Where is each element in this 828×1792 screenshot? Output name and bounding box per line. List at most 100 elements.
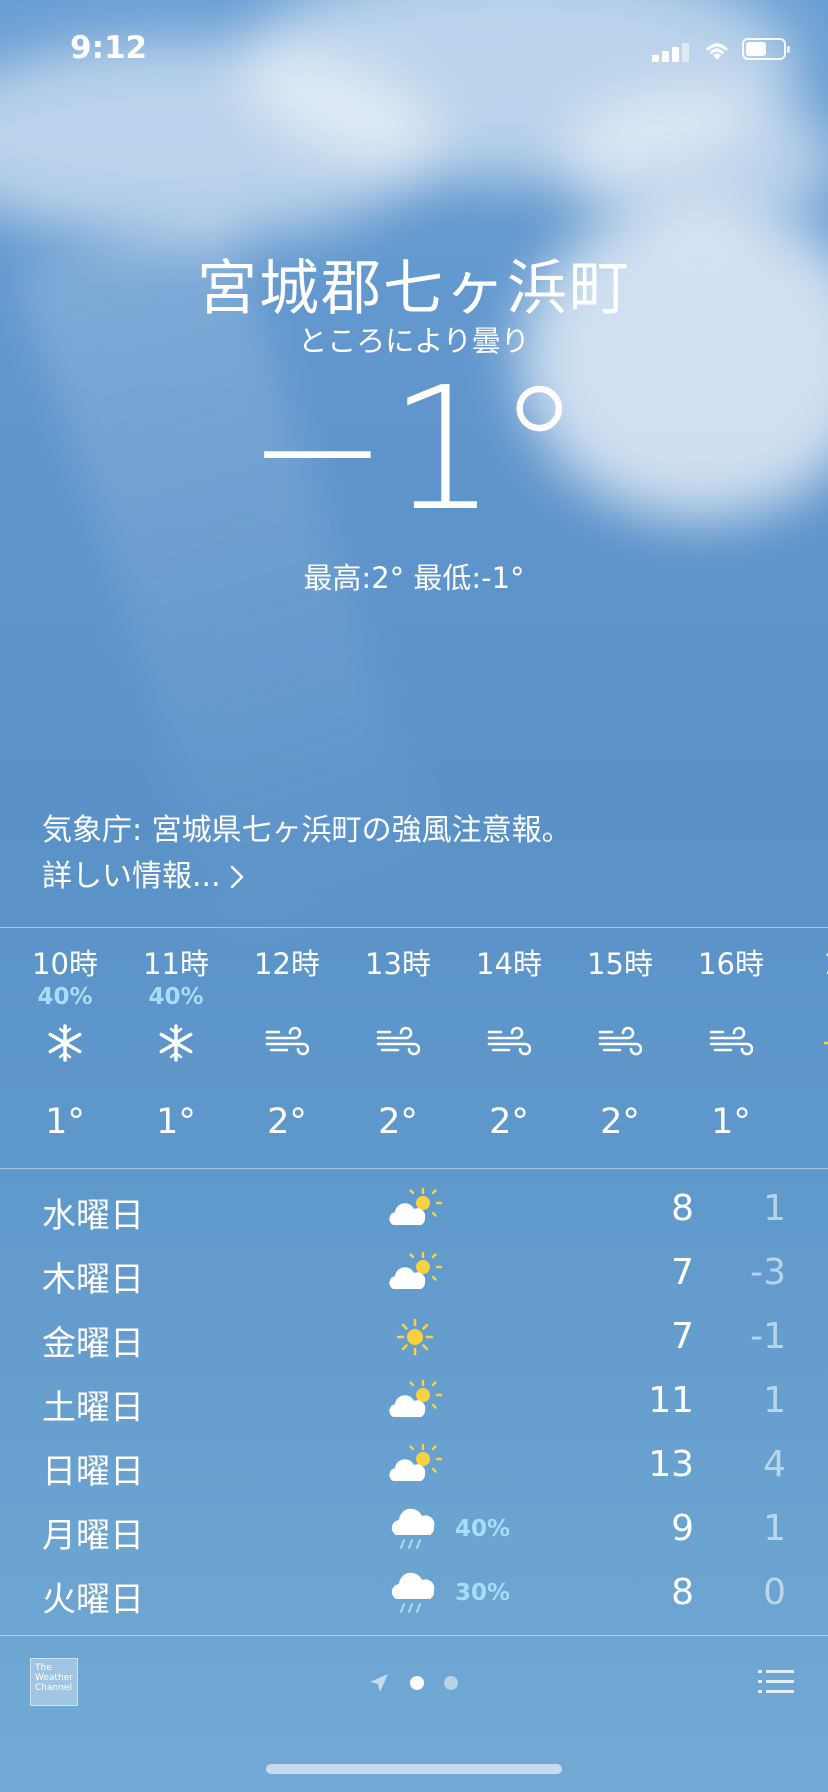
- hour-label: 12時: [254, 947, 320, 981]
- location-name: 宮城郡七ヶ浜町: [197, 254, 631, 324]
- hour-precip-chance: 40%: [148, 984, 204, 1010]
- wind-icon: [343, 1012, 453, 1074]
- partly-sunny-icon: [385, 1376, 445, 1426]
- day-name: 土曜日: [42, 1388, 144, 1428]
- hour-label: 16時: [698, 947, 764, 981]
- wind-icon: [454, 1012, 564, 1074]
- hour-temperature: 1°: [156, 1102, 196, 1142]
- hourly-item: 13時 2°: [343, 928, 453, 1142]
- daily-row: 土曜日 11 1: [0, 1370, 828, 1434]
- list-icon[interactable]: [758, 1668, 794, 1696]
- snowflake-icon: [10, 1012, 120, 1074]
- page-indicator[interactable]: [368, 1672, 458, 1694]
- day-precip-chance: 30%: [455, 1580, 511, 1606]
- hour-temperature: 2°: [489, 1102, 529, 1142]
- location-arrow-icon: [370, 1674, 388, 1692]
- hourly-item: 14時 2°: [454, 928, 564, 1142]
- sun-icon: [787, 1012, 828, 1074]
- day-high-temp: 13: [648, 1444, 694, 1485]
- alert-text: 気象庁: 宮城県七ヶ浜町の強風注意報。: [42, 813, 572, 848]
- weather-alert[interactable]: 気象庁: 宮城県七ヶ浜町の強風注意報。 詳しい情報...: [42, 808, 572, 900]
- snowflake-icon: [121, 1012, 231, 1074]
- partly-sunny-icon: [385, 1440, 445, 1490]
- wind-icon: [565, 1012, 675, 1074]
- weather-channel-logo[interactable]: The Weather Channel: [30, 1658, 78, 1706]
- hour-precip-chance: [343, 982, 453, 1012]
- partly-sunny-icon: [385, 1184, 445, 1234]
- day-name: 木曜日: [42, 1260, 144, 1300]
- day-name: 日曜日: [42, 1452, 144, 1492]
- chevron-right-icon: [230, 865, 243, 889]
- hour-temperature: 1: [787, 1102, 828, 1142]
- hour-precip-chance: [232, 982, 342, 1012]
- high-low-temperature: 最高:2° 最低:-1°: [303, 561, 525, 595]
- day-precip-chance: 40%: [455, 1516, 511, 1542]
- page-dot[interactable]: [444, 1676, 458, 1690]
- cellular-signal-icon: [652, 42, 694, 62]
- hour-temperature: 1°: [45, 1102, 85, 1142]
- day-high-temp: 9: [671, 1508, 694, 1549]
- page-dot-active[interactable]: [410, 1676, 424, 1690]
- day-low-temp: 1: [763, 1508, 786, 1549]
- hour-temperature: 1°: [711, 1102, 751, 1142]
- day-high-temp: 8: [671, 1188, 694, 1229]
- rain-cloud-icon: [385, 1504, 445, 1554]
- hour-label: 17: [787, 946, 828, 982]
- day-low-temp: 1: [763, 1188, 786, 1229]
- hour-precip-chance: [676, 982, 786, 1012]
- day-name: 月曜日: [42, 1516, 144, 1556]
- daily-row: 火曜日 30% 8 0: [0, 1562, 828, 1626]
- daily-row: 金曜日 7 -1: [0, 1306, 828, 1370]
- hourly-item: 16時 1°: [676, 928, 786, 1142]
- day-low-temp: -1: [750, 1316, 786, 1357]
- wifi-icon: [706, 43, 728, 60]
- day-low-temp: -3: [750, 1252, 786, 1293]
- sun-icon: [385, 1312, 445, 1362]
- daily-row: 水曜日 8 1: [0, 1178, 828, 1242]
- daily-row: 日曜日 13 4: [0, 1434, 828, 1498]
- day-low-temp: 0: [763, 1572, 786, 1613]
- daily-forecast[interactable]: 水曜日 8 1 木曜日 7 -3 金曜日 7 -1 土曜日 11 1 日曜日 13 4 月曜日 40% 9 1 火曜日…: [0, 1178, 828, 1626]
- hourly-item: 11時 40% 1°: [121, 928, 231, 1142]
- alert-more-link[interactable]: 詳しい情報...: [42, 854, 572, 900]
- day-low-temp: 4: [763, 1444, 786, 1485]
- daily-row: 月曜日 40% 9 1: [0, 1498, 828, 1562]
- hour-label: 13時: [365, 947, 431, 981]
- partly-sunny-icon: [385, 1248, 445, 1298]
- alert-more-label: 詳しい情報...: [42, 859, 221, 894]
- day-low-temp: 1: [763, 1380, 786, 1421]
- hourly-item: 15時 2°: [565, 928, 675, 1142]
- wind-icon: [676, 1012, 786, 1074]
- hour-precip-chance: [787, 982, 828, 1012]
- day-name: 金曜日: [42, 1324, 144, 1364]
- day-high-temp: 8: [671, 1572, 694, 1613]
- hour-temperature: 2°: [267, 1102, 307, 1142]
- hour-label: 10時: [32, 947, 98, 981]
- hour-precip-chance: [565, 982, 675, 1012]
- home-indicator[interactable]: [266, 1764, 562, 1774]
- day-name: 水曜日: [42, 1196, 144, 1236]
- hour-temperature: 2°: [378, 1102, 418, 1142]
- status-time: 9:12: [70, 30, 148, 66]
- day-high-temp: 7: [671, 1316, 694, 1357]
- hour-label: 15時: [587, 947, 653, 981]
- day-high-temp: 11: [648, 1380, 694, 1421]
- hour-precip-chance: [454, 982, 564, 1012]
- daily-row: 木曜日 7 -3: [0, 1242, 828, 1306]
- wind-icon: [232, 1012, 342, 1074]
- hour-precip-chance: 40%: [37, 984, 93, 1010]
- hour-label: 11時: [143, 947, 209, 981]
- current-temperature: −1°: [246, 351, 582, 549]
- divider: [0, 1168, 828, 1169]
- hourly-item: 10時 40% 1°: [10, 928, 120, 1142]
- hour-label: 14時: [476, 947, 542, 981]
- battery-icon: [742, 38, 790, 60]
- status-bar: 9:12: [0, 0, 828, 100]
- rain-cloud-icon: [385, 1568, 445, 1618]
- hourly-item: 17 1: [787, 928, 828, 1142]
- hourly-forecast[interactable]: 10時 40% 1° 11時 40% 1° 12時 2° 13時 2° 14時 2° 15時 2° 16時 1…: [0, 928, 828, 1168]
- hour-temperature: 2°: [600, 1102, 640, 1142]
- day-high-temp: 7: [671, 1252, 694, 1293]
- day-name: 火曜日: [42, 1580, 144, 1620]
- hourly-item: 12時 2°: [232, 928, 342, 1142]
